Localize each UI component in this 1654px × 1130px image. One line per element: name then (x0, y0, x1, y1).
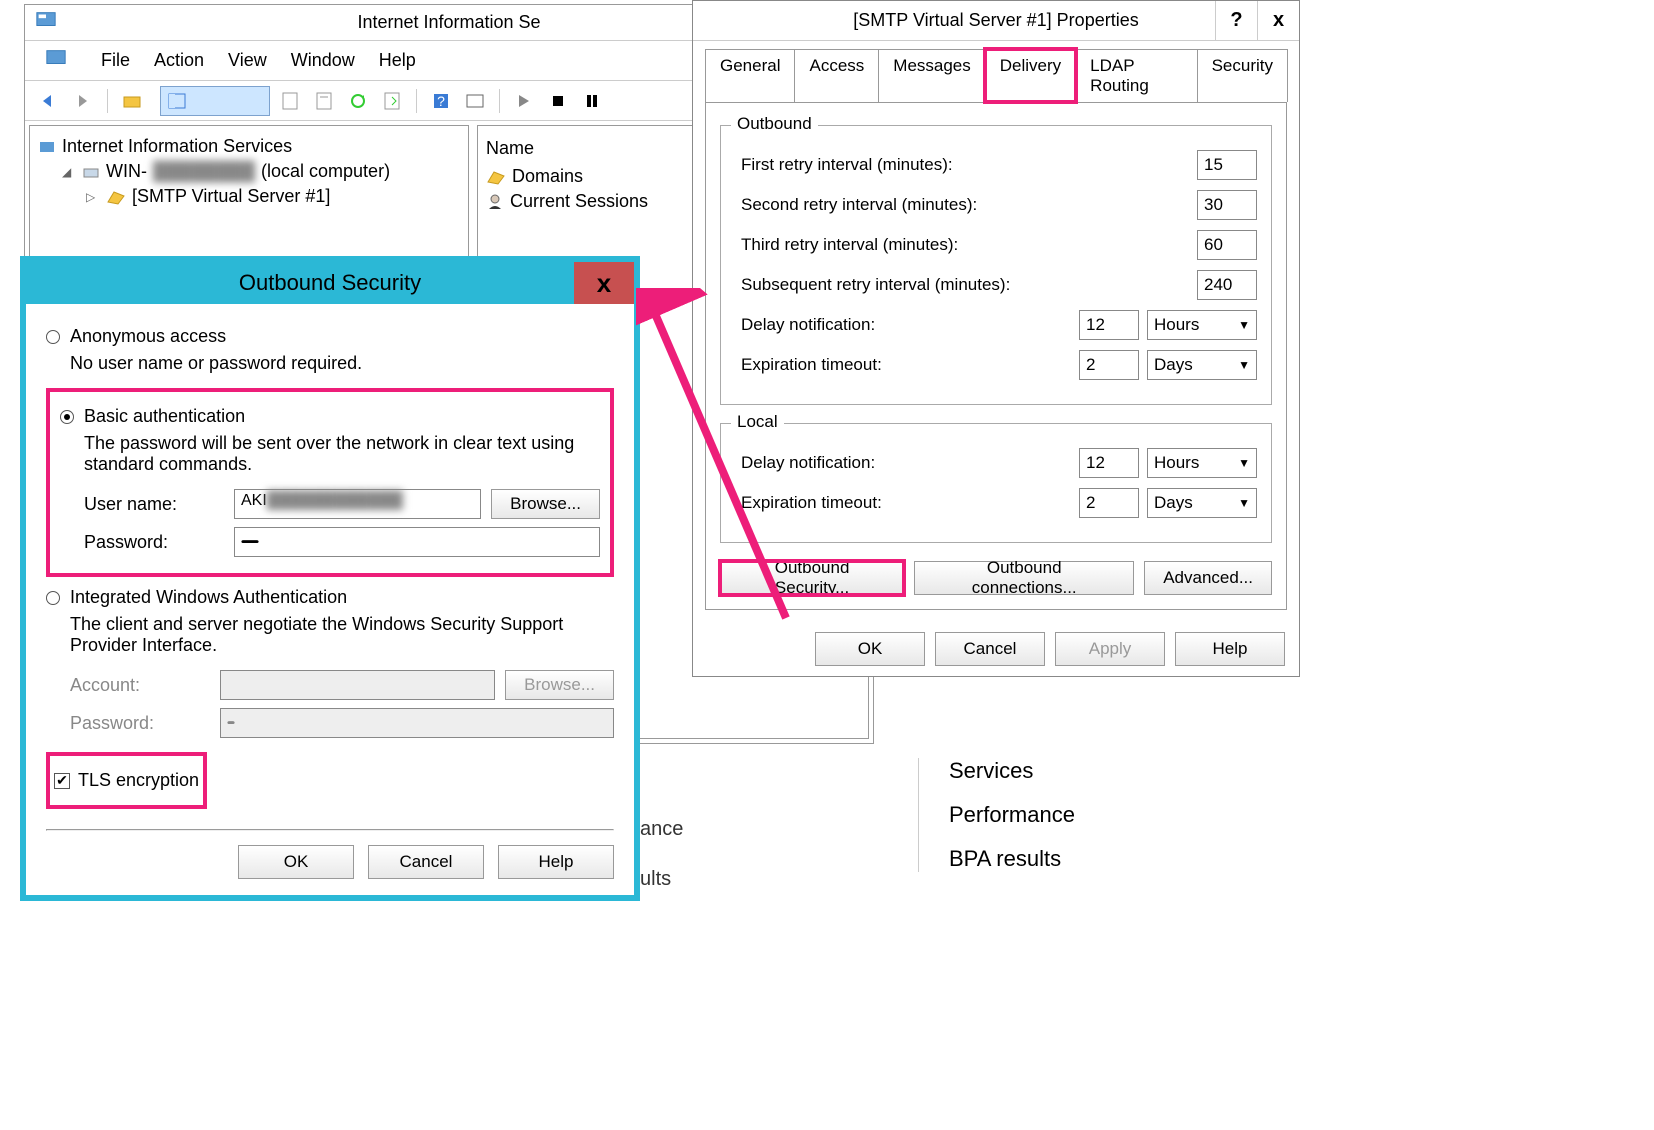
help-button[interactable]: Help (498, 845, 614, 879)
password-input[interactable] (234, 527, 600, 557)
radio-iwa[interactable]: Integrated Windows Authentication (46, 587, 614, 608)
chevron-down-icon: ▼ (1238, 496, 1250, 510)
outbound-delay-unit[interactable]: Hours▼ (1147, 310, 1257, 340)
close-button[interactable]: x (574, 262, 634, 304)
menu-help[interactable]: Help (379, 50, 416, 71)
cancel-button[interactable]: Cancel (368, 845, 484, 879)
subsequent-retry-input[interactable] (1197, 270, 1257, 300)
outbound-connections-button[interactable]: Outbound connections... (914, 561, 1134, 595)
iis-title: Internet Information Se (357, 12, 540, 33)
outbound-group: Outbound First retry interval (minutes):… (720, 125, 1272, 405)
local-delay-input[interactable] (1079, 448, 1139, 478)
local-expiration-unit[interactable]: Days▼ (1147, 488, 1257, 518)
radio-icon (60, 410, 74, 424)
help-button[interactable]: Help (1175, 632, 1285, 666)
radio-icon (46, 591, 60, 605)
tab-general[interactable]: General (705, 49, 795, 102)
window-icon[interactable] (461, 87, 489, 115)
doc1-icon[interactable] (276, 87, 304, 115)
ok-button[interactable]: OK (238, 845, 354, 879)
menu-window[interactable]: Window (291, 50, 355, 71)
side-panel: Services Performance BPA results (918, 740, 1298, 882)
outbound-security-dialog: Outbound Security x Anonymous access No … (20, 256, 640, 901)
tab-security[interactable]: Security (1197, 49, 1288, 102)
apply-button[interactable]: Apply (1055, 632, 1165, 666)
browse-button[interactable]: Browse... (491, 489, 600, 519)
tree-server[interactable]: ▷ [SMTP Virtual Server #1] (86, 184, 460, 209)
outbound-delay-input[interactable] (1079, 310, 1139, 340)
collapse-icon[interactable]: ◢ (62, 165, 76, 179)
panel-icon[interactable] (160, 86, 270, 116)
second-retry-input[interactable] (1197, 190, 1257, 220)
doc2-icon[interactable] (310, 87, 338, 115)
expand-icon[interactable]: ▷ (86, 190, 100, 204)
local-group: Local Delay notification:Hours▼ Expirati… (720, 423, 1272, 543)
menu-action[interactable]: Action (154, 50, 204, 71)
third-retry-input[interactable] (1197, 230, 1257, 260)
folder-icon[interactable] (118, 87, 146, 115)
pause-icon[interactable] (578, 87, 606, 115)
radio-basic[interactable]: Basic authentication (60, 406, 600, 427)
iwa-password-input (220, 708, 614, 738)
radio-anonymous[interactable]: Anonymous access (46, 326, 614, 347)
stop-icon[interactable] (544, 87, 572, 115)
cutoff-text: ults (640, 868, 671, 891)
chevron-down-icon: ▼ (1238, 318, 1250, 332)
help-icon[interactable]: ? (427, 87, 455, 115)
radio-icon (46, 330, 60, 344)
local-delay-unit[interactable]: Hours▼ (1147, 448, 1257, 478)
close-button[interactable]: x (1257, 1, 1299, 40)
tree-root[interactable]: Internet Information Services (38, 134, 460, 159)
tab-delivery[interactable]: Delivery (985, 49, 1076, 102)
outbound-expiration-unit[interactable]: Days▼ (1147, 350, 1257, 380)
account-input (220, 670, 495, 700)
play-icon[interactable] (510, 87, 538, 115)
tab-messages[interactable]: Messages (878, 49, 985, 102)
properties-dialog: [SMTP Virtual Server #1] Properties ? x … (692, 0, 1300, 677)
browse-button-disabled: Browse... (505, 670, 614, 700)
local-expiration-input[interactable] (1079, 488, 1139, 518)
checkbox-icon: ✔ (54, 773, 70, 789)
outbound-security-button[interactable]: Outbound Security... (720, 561, 904, 595)
props-titlebar: [SMTP Virtual Server #1] Properties ? x (693, 1, 1299, 41)
forward-icon[interactable] (69, 87, 97, 115)
tree-computer[interactable]: ◢ WIN-████████ (local computer) (62, 159, 460, 184)
cancel-button[interactable]: Cancel (935, 632, 1045, 666)
refresh-icon[interactable] (344, 87, 372, 115)
outsec-titlebar: Outbound Security x (26, 262, 634, 304)
props-title: [SMTP Virtual Server #1] Properties (853, 10, 1138, 31)
first-retry-input[interactable] (1197, 150, 1257, 180)
export-icon[interactable] (378, 87, 406, 115)
tls-checkbox[interactable]: ✔ TLS encryption (54, 770, 199, 791)
iis-menu-icon (45, 47, 67, 74)
bpa-heading: BPA results (949, 846, 1298, 872)
iis-icon (35, 9, 57, 36)
outbound-expiration-input[interactable] (1079, 350, 1139, 380)
advanced-button[interactable]: Advanced... (1144, 561, 1272, 595)
svg-text:?: ? (437, 93, 445, 109)
menu-view[interactable]: View (228, 50, 267, 71)
services-heading: Services (949, 758, 1298, 784)
tab-body: Outbound First retry interval (minutes):… (705, 102, 1287, 610)
username-input[interactable]: AKI████████████ (234, 489, 481, 519)
back-icon[interactable] (35, 87, 63, 115)
menu-file[interactable]: File (101, 50, 130, 71)
cutoff-text: ance (640, 818, 683, 841)
ok-button[interactable]: OK (815, 632, 925, 666)
help-button[interactable]: ? (1215, 1, 1257, 40)
tab-ldap[interactable]: LDAP Routing (1075, 49, 1197, 102)
chevron-down-icon: ▼ (1238, 358, 1250, 372)
tab-access[interactable]: Access (794, 49, 879, 102)
tab-strip: General Access Messages Delivery LDAP Ro… (693, 41, 1299, 102)
performance-heading: Performance (949, 802, 1298, 828)
chevron-down-icon: ▼ (1238, 456, 1250, 470)
